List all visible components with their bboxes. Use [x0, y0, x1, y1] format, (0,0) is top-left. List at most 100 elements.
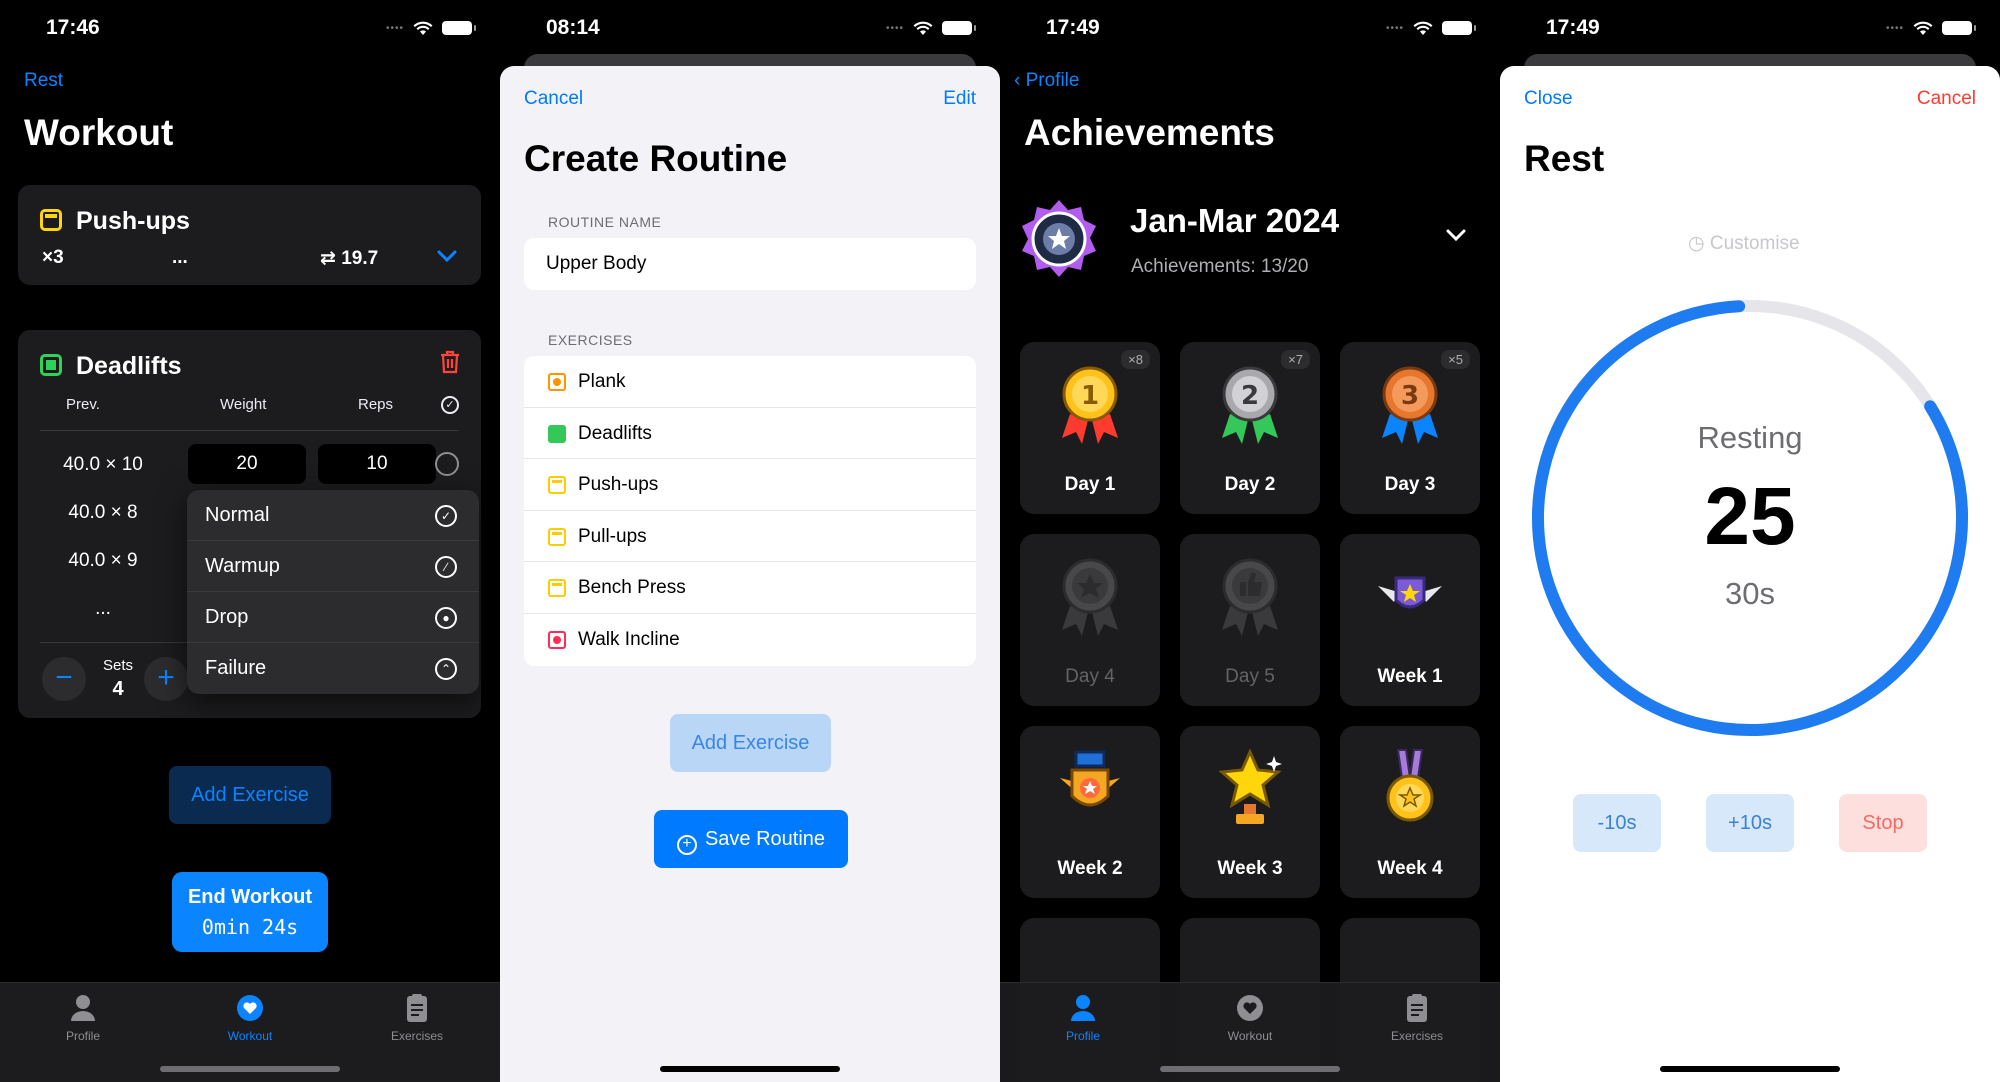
rest-link[interactable]: Rest	[24, 70, 63, 92]
end-workout-label: End Workout	[187, 886, 313, 908]
trash-icon[interactable]	[439, 350, 461, 379]
menu-item-warmup[interactable]: Warmup ∕	[187, 541, 479, 592]
plus-circle-icon: +	[676, 835, 697, 855]
tab-label: Exercises	[390, 1029, 443, 1043]
purple-medal-icon	[1376, 748, 1444, 832]
menu-item-failure[interactable]: Failure ⌃	[187, 643, 479, 694]
achievement-tile[interactable]: Week 1	[1340, 534, 1480, 706]
weight-input[interactable]: 20	[188, 444, 306, 484]
volume-value: 19.7	[341, 248, 379, 269]
col-reps: Reps	[358, 396, 394, 413]
exercise-color-icon	[548, 373, 566, 391]
tab-label: Profile	[1065, 1029, 1100, 1043]
menu-item-drop[interactable]: Drop ●	[187, 592, 479, 643]
edit-button[interactable]: Edit	[943, 88, 976, 110]
achievement-label: Week 1	[1377, 666, 1443, 687]
sets-label: Sets	[102, 657, 133, 674]
list-item[interactable]: Bench Press	[524, 562, 976, 614]
achievements-screen: 17:49 •••• ‹ Profile Achievements Jan-Ma…	[1000, 0, 1500, 1082]
stop-button[interactable]: Stop	[1839, 794, 1927, 852]
wifi-icon	[413, 21, 433, 36]
achievement-tile[interactable]: Day 5	[1180, 534, 1320, 706]
prev-value: 40.0 × 9	[68, 550, 138, 571]
cancel-button[interactable]: Cancel	[524, 88, 583, 110]
winged-shield-icon	[1376, 556, 1444, 640]
list-item[interactable]: Deadlifts	[524, 408, 976, 459]
menu-item-normal[interactable]: Normal ✓	[187, 490, 479, 541]
achievement-tile[interactable]: Week 4	[1340, 726, 1480, 898]
signal-icon: ••••	[1885, 22, 1904, 34]
svg-text:1: 1	[1081, 381, 1099, 411]
routine-name-field[interactable]: Upper Body	[524, 238, 976, 290]
achievement-label: Day 2	[1224, 474, 1276, 495]
achievement-count-badge: ×5	[1441, 350, 1470, 369]
cancel-button[interactable]: Cancel	[1917, 88, 1976, 110]
save-routine-button[interactable]: + Save Routine	[654, 810, 848, 868]
achievement-tile[interactable]: Week 2	[1020, 726, 1160, 898]
tab-workout[interactable]: Workout	[195, 993, 305, 1043]
routine-name-label: ROUTINE NAME	[548, 214, 662, 230]
tab-workout[interactable]: Workout	[1195, 993, 1305, 1043]
back-button[interactable]: ‹ Profile	[1014, 70, 1079, 92]
list-item[interactable]: Push-ups	[524, 459, 976, 511]
signal-icon: ••••	[385, 22, 404, 34]
gold-medal-icon: 1	[1056, 364, 1124, 448]
wifi-icon	[1913, 21, 1933, 36]
plus-10s-button[interactable]: +10s	[1706, 794, 1794, 852]
achievement-tile[interactable]: Day 4	[1020, 534, 1160, 706]
achievement-tile[interactable]: 2 ×7 Day 2	[1180, 342, 1320, 514]
chevron-down-icon[interactable]	[1446, 228, 1466, 247]
prev-value: ...	[95, 598, 111, 619]
increment-button[interactable]: +	[144, 657, 188, 701]
heart-icon	[548, 630, 566, 649]
heart-icon	[1236, 993, 1264, 1023]
silver-medal-icon: 2	[1216, 364, 1284, 448]
chevron-down-icon[interactable]	[437, 247, 457, 269]
list-item[interactable]: Pull-ups	[524, 511, 976, 562]
tab-bar: Profile Workout Exercises	[0, 982, 500, 1082]
status-bar: 08:14 ••••	[500, 0, 1000, 56]
reps-input[interactable]: 10	[318, 444, 436, 484]
back-label: Profile	[1025, 70, 1080, 91]
exercise-name: Plank	[578, 371, 626, 392]
add-exercise-button[interactable]: Add Exercise	[169, 766, 331, 824]
repeat-icon: ⇄	[320, 248, 336, 269]
minus-10s-button[interactable]: -10s	[1573, 794, 1661, 852]
menu-label: Normal	[205, 504, 270, 526]
warmup-icon: ∕	[435, 556, 457, 578]
decrement-button[interactable]: −	[42, 657, 86, 701]
tab-profile[interactable]: Profile	[28, 993, 138, 1043]
list-item[interactable]: Walk Incline	[524, 614, 976, 666]
col-weight: Weight	[220, 396, 267, 413]
thumbs-medal-icon	[1216, 556, 1284, 640]
list-item[interactable]: Plank	[524, 356, 976, 408]
achievement-label: Day 5	[1225, 666, 1275, 687]
workout-timer: 0min 24s	[201, 915, 299, 939]
customise-label: Customise	[1709, 233, 1800, 254]
svg-text:3: 3	[1401, 381, 1419, 411]
achievement-tile[interactable]: 3 ×5 Day 3	[1340, 342, 1480, 514]
achievement-tile[interactable]: Week 3	[1180, 726, 1320, 898]
customise-button[interactable]: ◷ Customise	[1688, 232, 1800, 255]
prev-value: 40.0 × 10	[63, 454, 143, 475]
battery-icon	[1942, 21, 1976, 35]
status-time: 17:49	[1546, 16, 1600, 39]
add-exercise-button[interactable]: Add Exercise	[670, 714, 831, 772]
set-complete-toggle[interactable]	[435, 452, 459, 476]
tab-profile[interactable]: Profile	[1028, 993, 1138, 1043]
tab-exercises[interactable]: Exercises	[1362, 993, 1472, 1043]
col-prev: Prev.	[66, 396, 100, 413]
exercise-name: Walk Incline	[578, 628, 680, 650]
end-workout-button[interactable]: End Workout 0min 24s	[172, 872, 328, 952]
period-badge-icon	[1018, 198, 1100, 280]
signal-icon: ••••	[885, 22, 904, 34]
exercise-card-pushups[interactable]: Push-ups ×3 ... ⇄ 19.7	[18, 185, 481, 285]
close-button[interactable]: Close	[1524, 88, 1573, 110]
achievement-tile[interactable]: 1 ×8 Day 1	[1020, 342, 1160, 514]
tab-exercises[interactable]: Exercises	[362, 993, 472, 1043]
app-screens: 17:46 •••• Rest Workout Push-ups ×3 ... …	[0, 0, 2000, 1082]
timer-icon: ◷	[1688, 233, 1705, 254]
seconds-remaining: 25	[1704, 471, 1796, 562]
sets-stepper: − Sets 4 +	[42, 652, 190, 708]
battery-icon	[1442, 21, 1476, 35]
